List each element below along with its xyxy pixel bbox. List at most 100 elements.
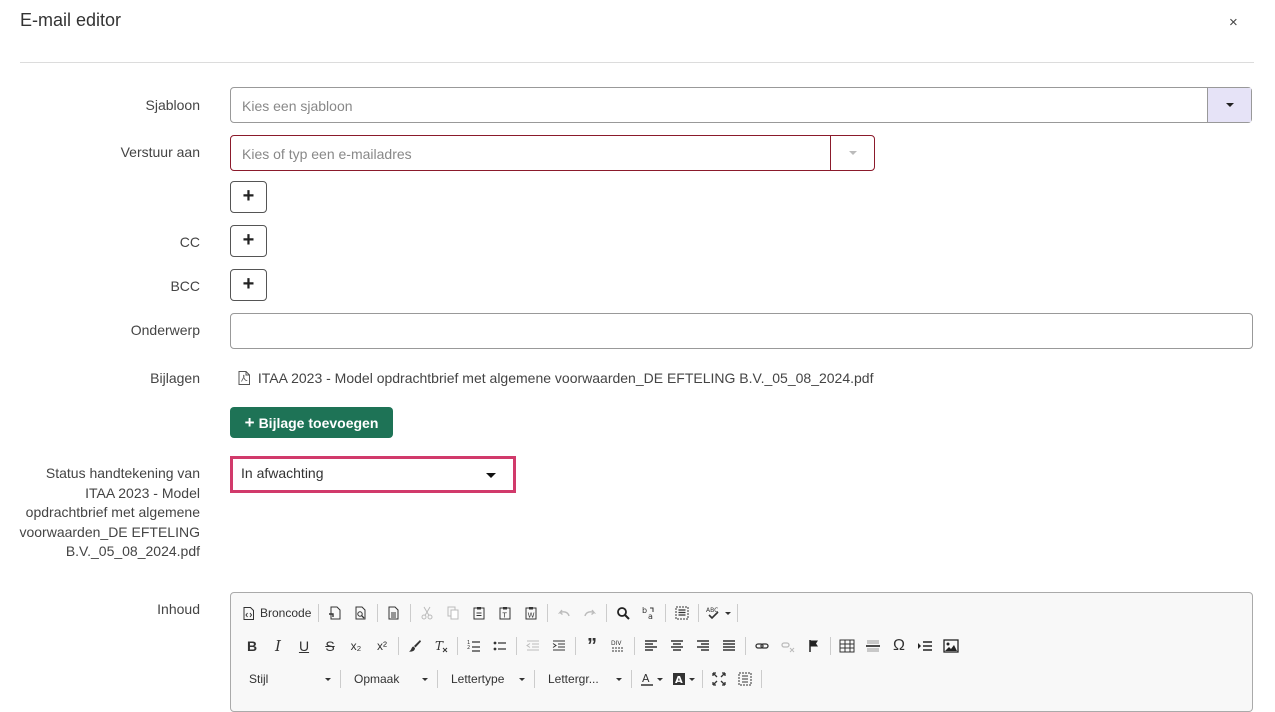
sjabloon-label: Sjabloon <box>145 97 201 113</box>
add-cc-button[interactable]: + <box>230 225 267 257</box>
attachment-item[interactable]: ITAA 2023 - Model opdrachtbrief met alge… <box>238 370 873 386</box>
superscript-button[interactable]: x² <box>369 634 395 658</box>
toolbar-separator <box>410 604 412 622</box>
background-color-button[interactable]: A <box>667 667 699 691</box>
copy-button[interactable] <box>440 601 466 625</box>
indent-button[interactable] <box>546 634 572 658</box>
italic-button[interactable]: I <box>265 634 291 658</box>
add-bcc-button[interactable]: + <box>230 269 267 301</box>
maximize-button[interactable] <box>706 667 732 691</box>
sjabloon-placeholder: Kies een sjabloon <box>242 98 353 114</box>
background-color-icon: A <box>672 673 685 686</box>
unlink-button[interactable] <box>775 634 801 658</box>
select-all-button[interactable] <box>669 601 695 625</box>
show-blocks-button[interactable] <box>732 667 758 691</box>
verstuur-select[interactable]: Kies of typ een e-mailadres <box>230 135 875 171</box>
text-color-icon: A <box>640 672 653 686</box>
toolbar-separator <box>737 604 739 622</box>
strikethrough-button[interactable]: S <box>317 634 343 658</box>
bold-button[interactable]: B <box>239 634 265 658</box>
source-label: Broncode <box>260 606 312 620</box>
subscript-button[interactable]: x₂ <box>343 634 369 658</box>
toolbar-separator <box>698 604 700 622</box>
save-button[interactable] <box>322 601 348 625</box>
align-right-icon <box>697 640 709 651</box>
text-color-button[interactable]: A <box>635 667 667 691</box>
toolbar-separator <box>575 637 576 655</box>
svg-text:2: 2 <box>467 645 470 651</box>
font-size-combo[interactable]: Lettergr... <box>538 668 628 690</box>
align-left-icon <box>645 640 657 651</box>
template-button[interactable] <box>381 601 407 625</box>
status-select[interactable]: In afwachting <box>230 456 516 493</box>
chevron-down-icon <box>486 473 496 478</box>
indent-icon <box>552 640 565 651</box>
link-button[interactable] <box>749 634 775 658</box>
chevron-down-icon <box>422 677 428 681</box>
chevron-down-icon <box>519 677 525 681</box>
toolbar-separator <box>830 637 831 655</box>
toolbar-separator <box>398 637 399 655</box>
table-button[interactable] <box>834 634 860 658</box>
font-combo[interactable]: Lettertype <box>441 668 531 690</box>
spellcheck-button[interactable]: ABC <box>702 601 734 625</box>
cut-button[interactable] <box>414 601 440 625</box>
redo-button[interactable] <box>577 601 603 625</box>
svg-text:DIV: DIV <box>611 640 622 647</box>
paste-text-button[interactable]: T <box>492 601 518 625</box>
blockquote-button[interactable]: ” <box>579 634 605 658</box>
save-icon <box>329 606 341 620</box>
add-recipient-button[interactable]: + <box>230 181 267 213</box>
create-div-button[interactable]: DIV <box>605 634 631 658</box>
underline-button[interactable]: U <box>291 634 317 658</box>
preview-button[interactable] <box>348 601 374 625</box>
styles-combo[interactable]: Stijl <box>239 668 337 690</box>
sjabloon-dropdown-toggle[interactable] <box>1207 88 1251 122</box>
add-attachment-button[interactable]: + Bijlage toevoegen <box>230 407 393 438</box>
bulleted-list-button[interactable] <box>487 634 513 658</box>
outdent-button[interactable] <box>520 634 546 658</box>
page-break-icon <box>918 641 932 651</box>
toolbar-separator <box>377 604 379 622</box>
page-break-button[interactable] <box>912 634 938 658</box>
justify-button[interactable] <box>716 634 742 658</box>
copy-format-button[interactable] <box>402 634 428 658</box>
verstuur-label: Verstuur aan <box>120 144 200 160</box>
numbered-list-button[interactable]: 12 <box>461 634 487 658</box>
align-right-button[interactable] <box>690 634 716 658</box>
anchor-button[interactable] <box>801 634 827 658</box>
bcc-label: BCC <box>170 278 200 294</box>
replace-button[interactable]: ba <box>636 601 662 625</box>
paste-text-icon: T <box>499 607 511 620</box>
toolbar-row-1: Broncode T W ba ABC <box>239 600 741 626</box>
image-button[interactable] <box>938 634 964 658</box>
verstuur-dropdown-toggle[interactable] <box>830 136 874 170</box>
paste-button[interactable] <box>466 601 492 625</box>
svg-text:b: b <box>642 606 647 615</box>
format-label: Opmaak <box>354 672 400 686</box>
special-char-button[interactable]: Ω <box>886 634 912 658</box>
remove-format-button[interactable]: T <box>428 634 454 658</box>
find-button[interactable] <box>610 601 636 625</box>
toolbar-separator <box>761 670 762 688</box>
replace-icon: ba <box>642 606 654 620</box>
paste-word-button[interactable]: W <box>518 601 544 625</box>
toolbar-separator <box>606 604 608 622</box>
onderwerp-input[interactable] <box>230 313 1253 349</box>
chevron-down-icon <box>325 677 331 681</box>
close-icon[interactable]: × <box>1229 14 1238 31</box>
toolbar-separator <box>340 670 341 688</box>
undo-button[interactable] <box>551 601 577 625</box>
table-icon <box>839 639 855 653</box>
source-button[interactable]: Broncode <box>239 601 315 625</box>
format-combo[interactable]: Opmaak <box>344 668 434 690</box>
svg-text:A: A <box>642 672 650 685</box>
pdf-file-icon <box>238 371 250 385</box>
rich-text-editor[interactable]: Broncode T W ba ABC B I U S x₂ x² T 1 2 … <box>230 592 1253 712</box>
align-left-button[interactable] <box>638 634 664 658</box>
sjabloon-select[interactable]: Kies een sjabloon <box>230 87 1252 123</box>
chevron-down-icon <box>848 151 857 155</box>
chevron-down-icon <box>616 677 622 681</box>
horizontal-rule-button[interactable] <box>860 634 886 658</box>
align-center-button[interactable] <box>664 634 690 658</box>
